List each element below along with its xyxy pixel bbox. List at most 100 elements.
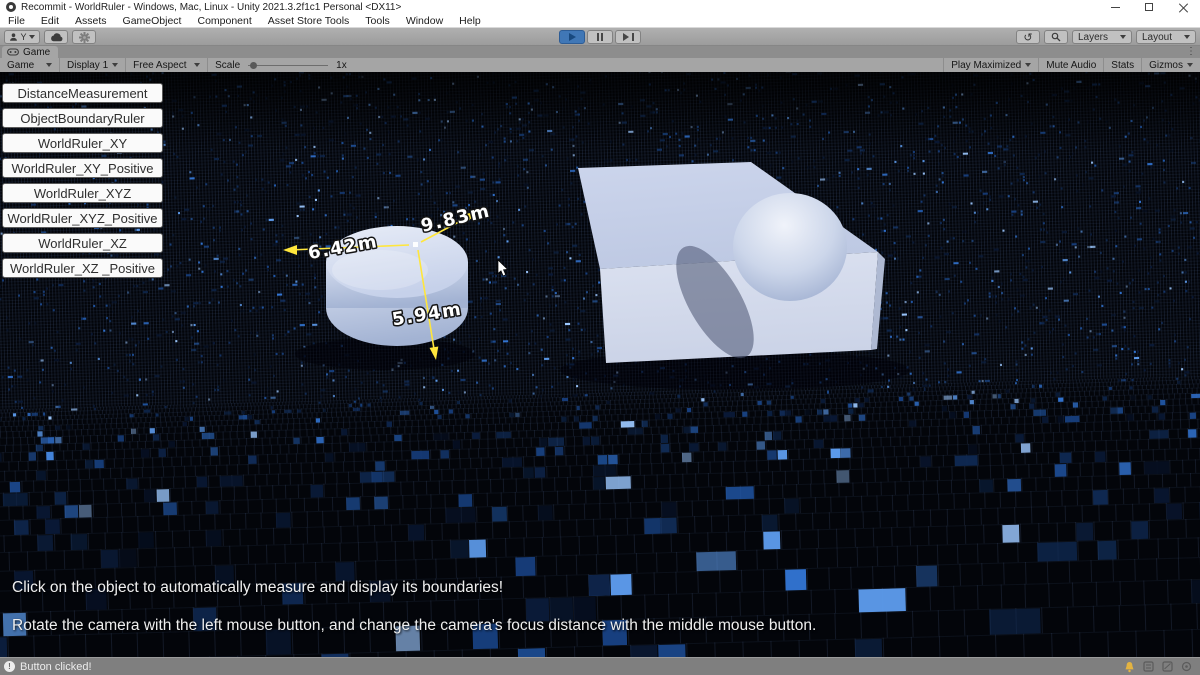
play-maximized-label: Play Maximized — [951, 60, 1021, 71]
search-icon — [1051, 32, 1061, 42]
button-worldruler-xz[interactable]: WorldRuler_XZ — [2, 233, 163, 253]
scale-value: 1x — [336, 60, 347, 71]
scale-slider-handle[interactable] — [250, 62, 257, 69]
chevron-down-icon — [1187, 63, 1193, 67]
menu-tools[interactable]: Tools — [357, 15, 398, 27]
menu-window[interactable]: Window — [398, 15, 451, 27]
instruction-line-1: Click on the object to automatically mea… — [12, 579, 503, 597]
tab-options-icon[interactable]: ⋮ — [1186, 46, 1196, 58]
console-activity-icon[interactable] — [1162, 661, 1173, 672]
chevron-down-icon — [1184, 35, 1190, 39]
menu-bar: File Edit Assets GameObject Component As… — [0, 14, 1200, 28]
scale-label: Scale — [215, 60, 240, 71]
scale-slider[interactable] — [248, 65, 328, 66]
progress-status-icon[interactable] — [1181, 661, 1192, 672]
menu-asset-store-tools[interactable]: Asset Store Tools — [260, 15, 358, 27]
view-tab-row: Game ⋮ — [0, 46, 1200, 58]
chevron-down-icon — [29, 35, 35, 39]
user-icon — [9, 32, 18, 42]
layers-dropdown[interactable]: Layers — [1072, 30, 1132, 44]
chevron-down-icon — [194, 63, 200, 67]
button-worldruler-xyz[interactable]: WorldRuler_XYZ — [2, 183, 163, 203]
window-title: Recommit - WorldRuler - Windows, Mac, Li… — [21, 2, 401, 13]
button-worldruler-xy-positive[interactable]: WorldRuler_XY_Positive — [2, 158, 163, 178]
minimize-icon — [1111, 7, 1120, 8]
mute-audio-toggle[interactable]: Mute Audio — [1038, 58, 1103, 72]
scale-control: Scale 1x — [208, 58, 354, 72]
close-icon — [1179, 3, 1188, 12]
mouse-cursor — [498, 260, 508, 276]
step-button[interactable] — [615, 30, 641, 44]
ruler-arrowhead-x — [283, 245, 297, 255]
scene-canvas: 6.42m 9.83m 5.94m — [0, 72, 1200, 657]
button-distance-measurement[interactable]: DistanceMeasurement — [2, 83, 163, 103]
play-icon — [569, 33, 576, 41]
stats-label: Stats — [1111, 60, 1134, 71]
history-icon: ↺ — [1023, 31, 1032, 44]
button-worldruler-xz-positive[interactable]: WorldRuler_XZ _Positive — [2, 258, 163, 278]
display-label: Display 1 — [67, 60, 108, 71]
chevron-down-icon — [46, 63, 52, 67]
display-target-dropdown[interactable]: Game — [0, 58, 60, 72]
tab-game-label: Game — [23, 47, 50, 58]
button-worldruler-xy[interactable]: WorldRuler_XY — [2, 133, 163, 153]
tab-game[interactable]: Game — [2, 46, 58, 58]
instruction-line-2: Rotate the camera with the left mouse bu… — [12, 617, 816, 635]
aspect-label: Free Aspect — [133, 60, 186, 71]
gizmos-label: Gizmos — [1149, 60, 1183, 71]
display-target-label: Game — [7, 60, 34, 71]
settings-button[interactable] — [72, 30, 96, 44]
aspect-dropdown[interactable]: Free Aspect — [126, 58, 208, 72]
account-label: Y — [20, 32, 26, 42]
button-object-boundary-ruler[interactable]: ObjectBoundaryRuler — [2, 108, 163, 128]
step-bar-icon — [632, 33, 634, 41]
status-bar: ! Button clicked! — [0, 657, 1200, 675]
layout-label: Layout — [1142, 32, 1172, 43]
gamepad-icon — [7, 48, 19, 56]
unity-logo-icon — [6, 2, 16, 12]
sphere-object[interactable] — [733, 193, 847, 301]
layers-label: Layers — [1078, 32, 1108, 43]
gizmos-dropdown[interactable]: Gizmos — [1141, 58, 1200, 72]
main-toolbar: Y ↺ Layers Layout — [0, 28, 1200, 46]
measurement-label-z: 9.83m — [419, 200, 493, 236]
maximize-button[interactable] — [1132, 0, 1166, 14]
step-icon — [623, 33, 629, 41]
game-toolbar: Game Display 1 Free Aspect Scale 1x Play… — [0, 58, 1200, 72]
menu-gameobject[interactable]: GameObject — [115, 15, 190, 27]
button-worldruler-xyz-positive[interactable]: WorldRuler_XYZ_Positive — [2, 208, 163, 228]
pause-icon — [597, 33, 603, 41]
menu-file[interactable]: File — [0, 15, 33, 27]
notification-icon[interactable] — [1124, 661, 1135, 673]
unity-editor-window: Recommit - WorldRuler - Windows, Mac, Li… — [0, 0, 1200, 675]
close-button[interactable] — [1166, 0, 1200, 14]
cloud-services-button[interactable] — [44, 30, 68, 44]
menu-help[interactable]: Help — [451, 15, 489, 27]
play-maximized-dropdown[interactable]: Play Maximized — [943, 58, 1038, 72]
stats-toggle[interactable]: Stats — [1103, 58, 1141, 72]
menu-edit[interactable]: Edit — [33, 15, 67, 27]
account-dropdown[interactable]: Y — [4, 30, 40, 44]
undo-history-button[interactable]: ↺ — [1016, 30, 1040, 44]
status-message[interactable]: Button clicked! — [20, 661, 92, 673]
search-button[interactable] — [1044, 30, 1068, 44]
menu-component[interactable]: Component — [189, 15, 259, 27]
layout-dropdown[interactable]: Layout — [1136, 30, 1196, 44]
ruler-origin-marker — [413, 242, 418, 247]
display-dropdown[interactable]: Display 1 — [60, 58, 126, 72]
pause-button[interactable] — [587, 30, 613, 44]
console-log-icon[interactable] — [1143, 661, 1154, 672]
minimize-button[interactable] — [1098, 0, 1132, 14]
info-icon: ! — [4, 661, 15, 672]
play-button[interactable] — [559, 30, 585, 44]
chevron-down-icon — [1025, 63, 1031, 67]
title-bar: Recommit - WorldRuler - Windows, Mac, Li… — [0, 0, 1200, 14]
maximize-icon — [1145, 3, 1153, 11]
gear-icon — [79, 32, 90, 43]
chevron-down-icon — [1120, 35, 1126, 39]
game-viewport: 6.42m 9.83m 5.94m DistanceMeasurement Ob… — [0, 72, 1200, 657]
menu-assets[interactable]: Assets — [67, 15, 115, 27]
cloud-icon — [50, 33, 63, 42]
chevron-down-icon — [112, 63, 118, 67]
mute-audio-label: Mute Audio — [1046, 60, 1096, 71]
